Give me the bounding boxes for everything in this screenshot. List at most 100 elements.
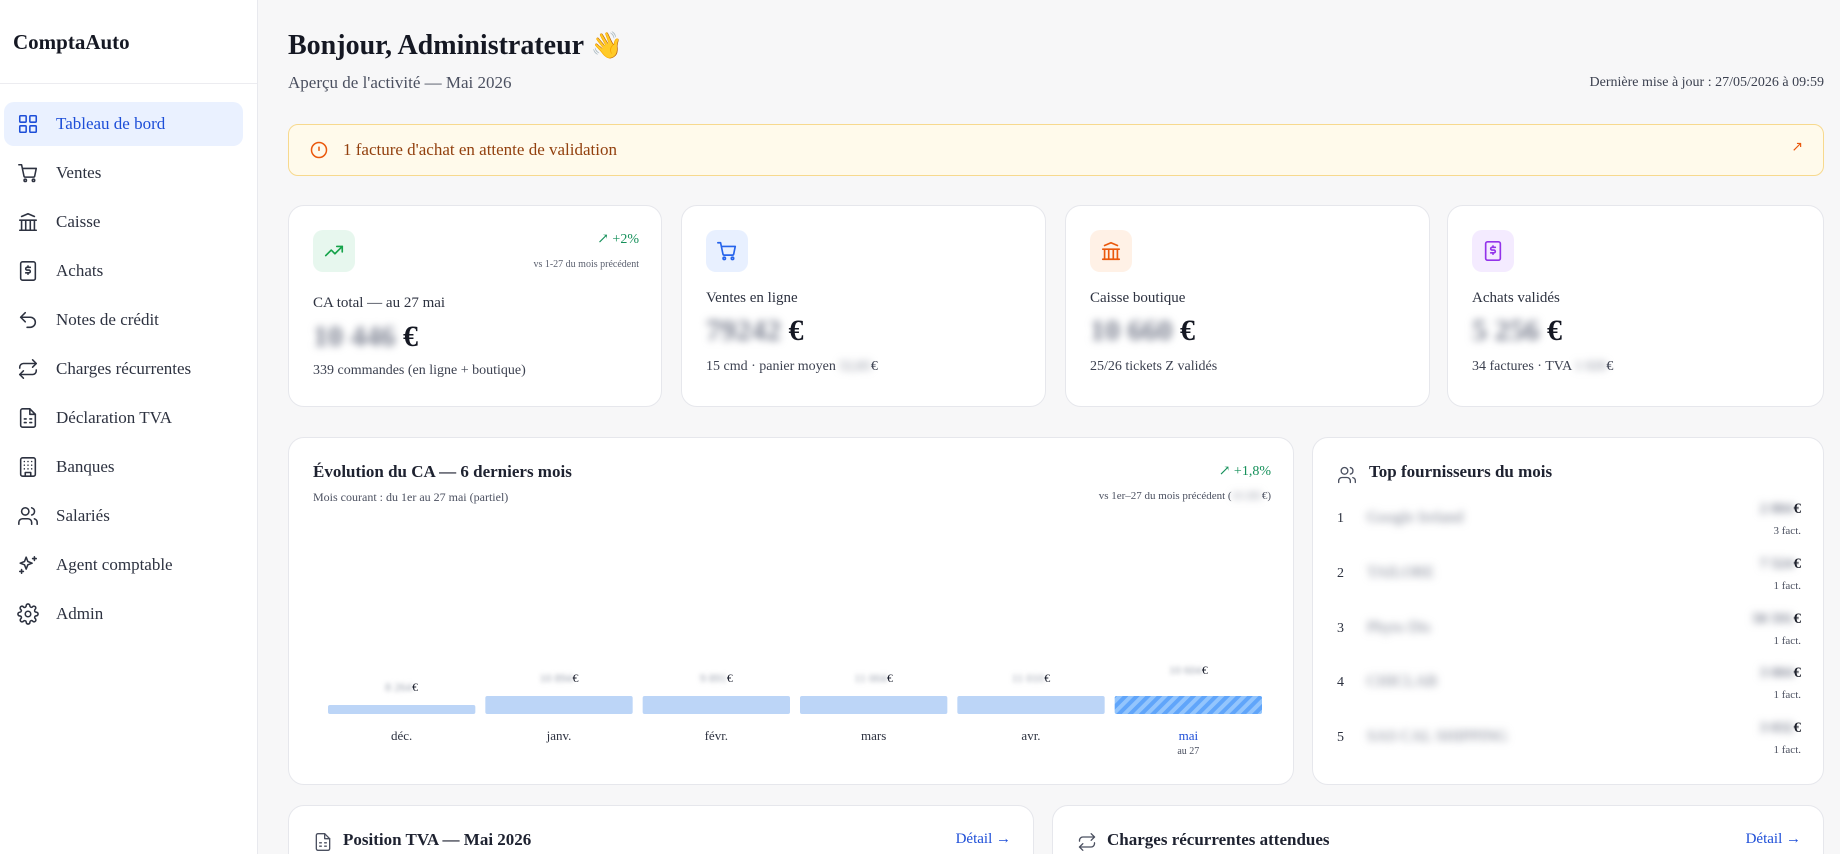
supplier-count: 1 fact.	[1773, 635, 1801, 647]
kpi-foot: 15 cmd · panier moyen 52,83€	[706, 359, 878, 374]
sidebar-item-label: Ventes	[56, 163, 102, 182]
sidebar-item-label: Charges récurrentes	[56, 359, 192, 378]
kpi-label: CA total — au 27 mai	[313, 295, 446, 311]
supplier-amount: 58 591€	[1752, 611, 1801, 627]
sidebar-item-label: Caisse	[56, 212, 101, 231]
kpi-foot: 34 factures · TVA 1 020€	[1472, 359, 1614, 374]
sidebar-item-caisse[interactable]: Caisse	[4, 200, 243, 244]
sidebar-item-banques[interactable]: Banques	[4, 445, 243, 489]
sidebar-item-label: Achats	[56, 261, 104, 280]
undo-icon	[17, 309, 39, 331]
supplier-row[interactable]: 4 CHICLAB 3 004€ 1 fact.	[1337, 665, 1801, 711]
repeat-icon	[1077, 832, 1097, 852]
vat-detail-link[interactable]: Détail →	[956, 831, 1011, 848]
kpi-value: 10 446 €	[313, 320, 418, 353]
supplier-count: 3 fact.	[1773, 525, 1801, 537]
kpi-label: Achats validés	[1472, 290, 1560, 306]
x-tick-label: janv.	[546, 728, 572, 743]
chart-bar	[1114, 696, 1262, 714]
kpi-label: Ventes en ligne	[706, 290, 798, 306]
vat-title: Position TVA — Mai 2026	[343, 830, 532, 849]
sparkles-icon	[17, 554, 39, 576]
trending-up-icon	[313, 230, 355, 272]
bar-value-label: 10 894€	[540, 671, 579, 685]
supplier-row[interactable]: 5 SAS CAL SHIPPING 3 032€ 1 fact.	[1337, 720, 1801, 766]
kpi-value: 79242 €	[706, 314, 804, 347]
app-logo[interactable]: ComptaAuto	[0, 0, 257, 84]
greeting-text: Bonjour, Administrateur	[288, 30, 584, 61]
recurring-charges-card: Charges récurrentes attendues Détail →	[1052, 805, 1824, 854]
supplier-amount: 2 804€	[1759, 501, 1801, 517]
bank-icon	[1090, 230, 1132, 272]
revenue-bar-chart: 8 264€ déc. 10 894€ janv. 9 891€ févr. 11 004€…	[328, 663, 1262, 757]
x-tick-label: avr.	[1021, 728, 1040, 743]
main-content: Bonjour, Administrateur 👋 Aperçu de l'ac…	[288, 0, 1824, 854]
sidebar-item-notes-de-credit[interactable]: Notes de crédit	[4, 298, 243, 342]
kpi-card-ventes-en-ligne: Ventes en ligne 79242 € 15 cmd · panier …	[681, 205, 1046, 407]
chart-bar	[328, 705, 476, 714]
supplier-name: CHICLAB	[1367, 673, 1438, 690]
file-icon	[17, 407, 39, 429]
supplier-row[interactable]: 3 Phyto Dis 58 591€ 1 fact.	[1337, 611, 1801, 657]
sidebar-item-agent-comptable[interactable]: Agent comptable	[4, 543, 243, 587]
charges-detail-link[interactable]: Détail →	[1746, 831, 1801, 848]
top-suppliers-card: Top fournisseurs du mois 1 Google Irelan…	[1312, 437, 1824, 785]
sidebar-item-salaries[interactable]: Salariés	[4, 494, 243, 538]
charges-title: Charges récurrentes attendues	[1107, 830, 1330, 849]
supplier-rank: 1	[1337, 511, 1344, 526]
sidebar-item-label: Salariés	[56, 506, 110, 525]
pending-invoice-alert[interactable]: 1 facture d'achat en attente de validati…	[288, 124, 1824, 176]
supplier-rank: 3	[1337, 621, 1344, 636]
info-icon	[309, 140, 329, 160]
receipt-icon	[17, 260, 39, 282]
external-arrow-icon[interactable]: ↗	[1791, 139, 1803, 155]
supplier-name: SAS CAL SHIPPING	[1367, 728, 1508, 745]
bar-value-label: 11 010€	[1012, 671, 1051, 685]
bank-icon	[17, 211, 39, 233]
supplier-rank: 4	[1337, 675, 1344, 690]
chart-bar	[642, 696, 790, 714]
sidebar-item-ventes[interactable]: Ventes	[4, 151, 243, 195]
wave-icon: 👋	[590, 31, 623, 61]
supplier-name: Google Ireland	[1367, 509, 1464, 526]
file-icon	[313, 832, 333, 852]
kpi-foot: 25/26 tickets Z validés	[1090, 359, 1218, 374]
alert-text: 1 facture d'achat en attente de validati…	[343, 140, 617, 159]
cart-icon	[706, 230, 748, 272]
supplier-row[interactable]: 1 Google Ireland 2 804€ 3 fact.	[1337, 501, 1801, 547]
bar-value-label: 10 604€	[1169, 663, 1208, 677]
sidebar-item-label: Agent comptable	[56, 555, 173, 574]
kpi-value: 10 660 €	[1090, 314, 1195, 347]
page-title: Bonjour, Administrateur 👋	[288, 30, 623, 62]
x-tick-label: mai	[1179, 728, 1199, 743]
building-icon	[17, 456, 39, 478]
chart-bar	[800, 696, 948, 714]
sidebar-item-admin[interactable]: Admin	[4, 592, 243, 636]
kpi-value: 5 256 €	[1472, 314, 1562, 347]
supplier-count: 1 fact.	[1773, 744, 1801, 756]
supplier-rank: 2	[1337, 566, 1344, 581]
supplier-name: TAILORE	[1367, 564, 1435, 581]
grid-icon	[17, 113, 39, 135]
supplier-amount: 3 004€	[1759, 665, 1801, 681]
supplier-row[interactable]: 2 TAILORE 7 524€ 1 fact.	[1337, 556, 1801, 602]
page-subtitle: Aperçu de l'activité — Mai 2026	[288, 73, 512, 92]
kpi-trend-note: vs 1-27 du mois précédent	[533, 259, 639, 270]
sidebar-item-achats[interactable]: Achats	[4, 249, 243, 293]
suppliers-title: Top fournisseurs du mois	[1369, 462, 1553, 481]
sidebar-item-declaration-tva[interactable]: Déclaration TVA	[4, 396, 243, 440]
sidebar-item-label: Déclaration TVA	[56, 408, 172, 427]
x-tick-sublabel: au 27	[1177, 746, 1199, 757]
sidebar-item-label: Banques	[56, 457, 115, 476]
chart-bar	[485, 696, 633, 714]
users-icon	[1337, 465, 1357, 485]
users-icon	[17, 505, 39, 527]
supplier-rank: 5	[1337, 730, 1344, 745]
kpi-label: Caisse boutique	[1090, 290, 1186, 306]
kpi-card-caisse-boutique: Caisse boutique 10 660 € 25/26 tickets Z…	[1065, 205, 1430, 407]
sidebar-item-tableau-de-bord[interactable]: Tableau de bord	[4, 102, 243, 146]
sidebar: ComptaAuto Tableau de bord Ventes Caisse…	[0, 0, 258, 854]
supplier-count: 1 fact.	[1773, 580, 1801, 592]
x-tick-label: févr.	[705, 728, 728, 743]
sidebar-item-charges-recurrentes[interactable]: Charges récurrentes	[4, 347, 243, 391]
